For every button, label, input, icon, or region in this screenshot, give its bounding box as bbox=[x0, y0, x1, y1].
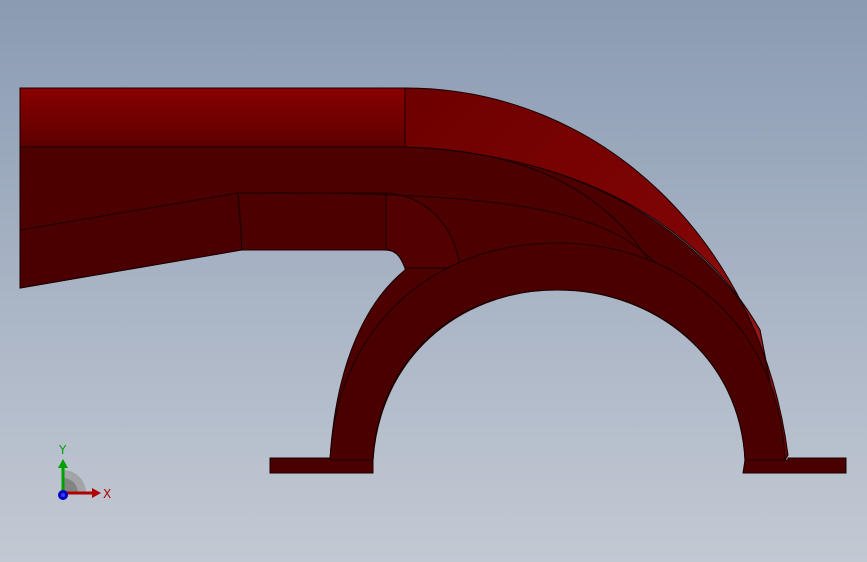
top-face[interactable] bbox=[19, 87, 406, 148]
right-flange[interactable] bbox=[742, 457, 847, 474]
graphics-viewport[interactable]: Y X bbox=[0, 0, 867, 562]
recess-flat-face[interactable] bbox=[237, 192, 387, 251]
y-axis-label: Y bbox=[58, 443, 67, 457]
x-axis-label: X bbox=[103, 487, 111, 501]
left-flange[interactable] bbox=[269, 457, 374, 474]
part-model[interactable] bbox=[0, 0, 867, 562]
reference-triad: Y X bbox=[58, 443, 111, 501]
